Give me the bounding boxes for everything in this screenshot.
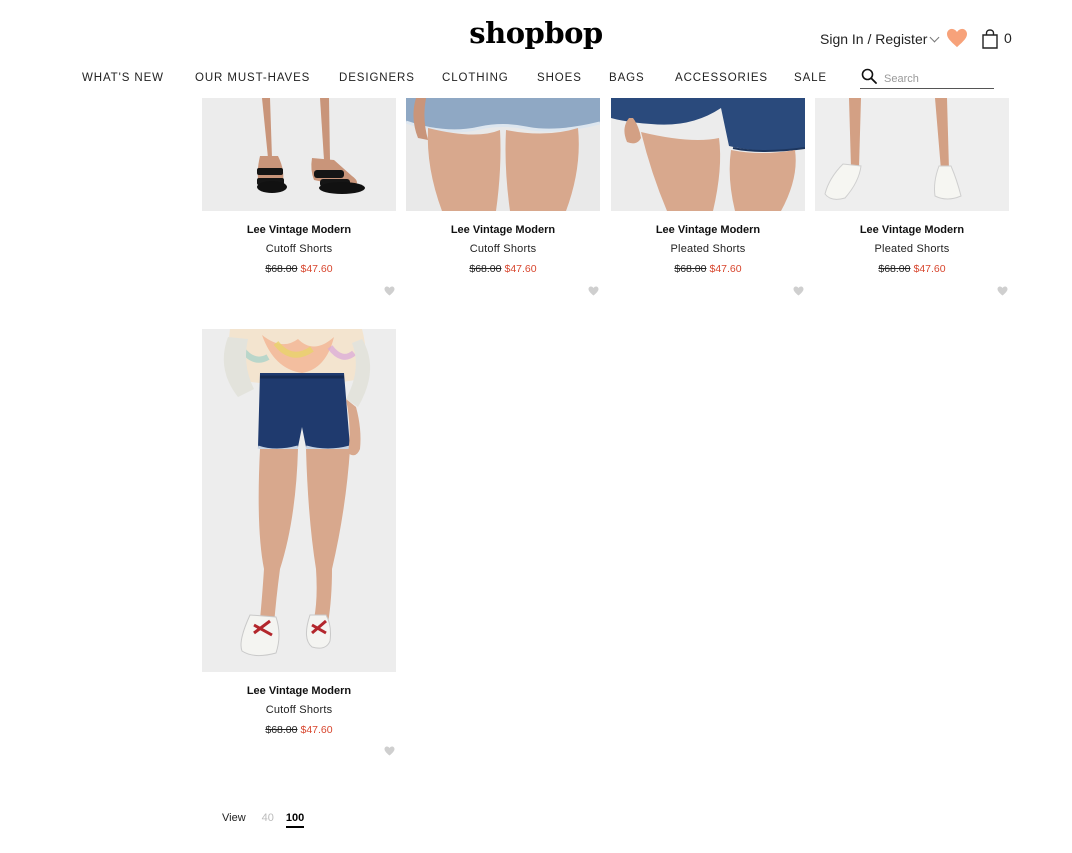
- sale-price: $47.60: [913, 263, 946, 275]
- product-brand: Lee Vintage Modern: [246, 224, 352, 236]
- product-price: $68.00 $47.60: [406, 263, 600, 275]
- bag-count: 0: [1004, 30, 1012, 46]
- original-price: $68.00: [265, 724, 298, 736]
- original-price: $68.00: [265, 263, 298, 275]
- product-name: Pleated Shorts: [670, 243, 746, 255]
- original-price: $68.00: [469, 263, 502, 275]
- product-brand: Lee Vintage Modern: [655, 224, 761, 236]
- product-brand: Lee Vintage Modern: [859, 224, 965, 236]
- sale-price: $47.60: [300, 263, 333, 275]
- product-price: $68.00 $47.60: [202, 724, 396, 736]
- site-header: shopbop Sign In / Register 0 WHAT'S NEW …: [0, 0, 1072, 98]
- product-name: Cutoff Shorts: [265, 704, 333, 716]
- view-option-100[interactable]: 100: [285, 812, 305, 828]
- original-price: $68.00: [878, 263, 911, 275]
- sale-price: $47.60: [709, 263, 742, 275]
- chevron-down-icon: [929, 32, 940, 42]
- product-brand: Lee Vintage Modern: [450, 224, 556, 236]
- nav-item-bags[interactable]: BAGS: [609, 72, 645, 84]
- nav-item-clothing[interactable]: CLOTHING: [442, 72, 509, 84]
- nav-item-sale[interactable]: SALE: [794, 72, 827, 84]
- search-icon[interactable]: [861, 68, 877, 84]
- product-price: $68.00 $47.60: [202, 263, 396, 275]
- wishlist-heart-icon[interactable]: [997, 286, 1008, 296]
- product-image[interactable]: [202, 98, 396, 211]
- nav-item-accessories[interactable]: ACCESSORIES: [675, 72, 768, 84]
- wishlist-heart-icon[interactable]: [384, 746, 395, 756]
- search-input[interactable]: [884, 71, 990, 87]
- page-size-selector: View 40 100: [222, 812, 305, 828]
- nav-item-our-must-haves[interactable]: OUR MUST-HAVES: [195, 72, 310, 84]
- wishlist-heart-icon[interactable]: [793, 286, 804, 296]
- product-image[interactable]: [611, 98, 805, 211]
- original-price: $68.00: [674, 263, 707, 275]
- nav-item-shoes[interactable]: SHOES: [537, 72, 582, 84]
- product-image[interactable]: [202, 329, 396, 672]
- heart-icon[interactable]: [946, 28, 968, 48]
- sign-in-register-label: Sign In / Register: [820, 31, 928, 47]
- shopping-bag-icon[interactable]: [981, 29, 999, 49]
- product-name: Pleated Shorts: [874, 243, 950, 255]
- product-image[interactable]: [815, 98, 1009, 211]
- nav-item-whats-new[interactable]: WHAT'S NEW: [82, 72, 164, 84]
- product-name: Cutoff Shorts: [469, 243, 537, 255]
- wishlist-heart-icon[interactable]: [384, 286, 395, 296]
- search-bar: [860, 67, 994, 89]
- product-price: $68.00 $47.60: [611, 263, 805, 275]
- view-label: View: [222, 812, 246, 824]
- product-card[interactable]: Lee Vintage Modern Cutoff Shorts $68.00 $…: [202, 329, 396, 761]
- sale-price: $47.60: [504, 263, 537, 275]
- product-brand: Lee Vintage Modern: [246, 685, 352, 697]
- wishlist-heart-icon[interactable]: [588, 286, 599, 296]
- product-price: $68.00 $47.60: [815, 263, 1009, 275]
- sale-price: $47.60: [300, 724, 333, 736]
- sign-in-register-link[interactable]: Sign In / Register: [820, 31, 940, 47]
- view-option-40[interactable]: 40: [262, 812, 274, 824]
- product-image[interactable]: [406, 98, 600, 211]
- product-name: Cutoff Shorts: [265, 243, 333, 255]
- nav-item-designers[interactable]: DESIGNERS: [339, 72, 415, 84]
